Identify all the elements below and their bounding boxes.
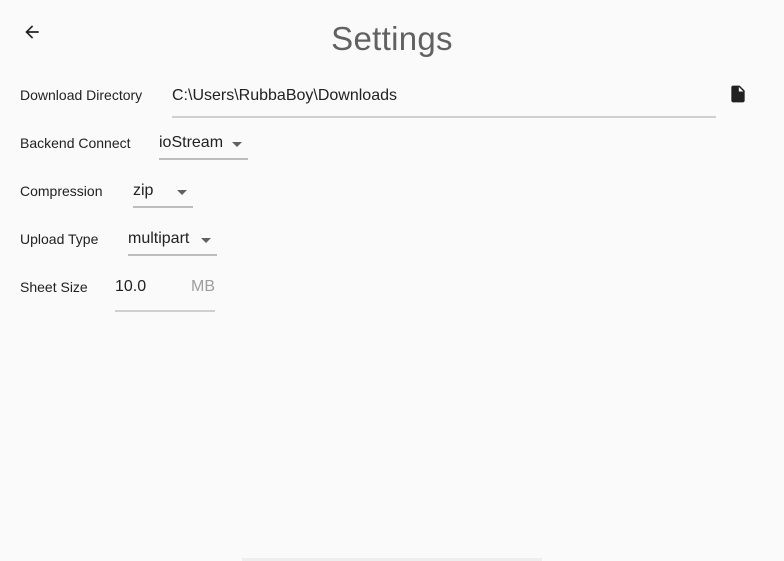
compression-value: zip [133,182,154,199]
sheet-size-label: Sheet Size [20,279,88,295]
download-directory-value: C:\Users\RubbaBoy\Downloads [172,87,397,104]
compression-label: Compression [20,183,103,199]
page-title: Settings [331,20,453,57]
upload-type-value: multipart [128,230,190,247]
sheet-size-input[interactable]: 10.0 MB [115,277,215,312]
backend-connect-dropdown[interactable]: ioStream [159,134,248,160]
backend-connect-label: Backend Connect [20,135,131,151]
sheet-size-value: 10.0 [115,278,147,295]
download-directory-input[interactable]: C:\Users\RubbaBoy\Downloads [172,86,716,118]
upload-type-dropdown[interactable]: multipart [128,230,217,256]
browse-file-button[interactable] [730,84,750,106]
file-icon [731,85,745,103]
compression-dropdown[interactable]: zip [133,182,193,208]
upload-type-label: Upload Type [20,231,99,247]
dropdown-caret-icon [232,142,242,147]
backend-connect-value: ioStream [159,134,224,151]
sheet-size-unit: MB [191,278,215,295]
dropdown-caret-icon [201,238,211,243]
settings-page: Settings Download Directory C:\Users\Rub… [0,0,784,561]
download-directory-label: Download Directory [20,87,143,103]
dropdown-caret-icon [177,190,187,195]
